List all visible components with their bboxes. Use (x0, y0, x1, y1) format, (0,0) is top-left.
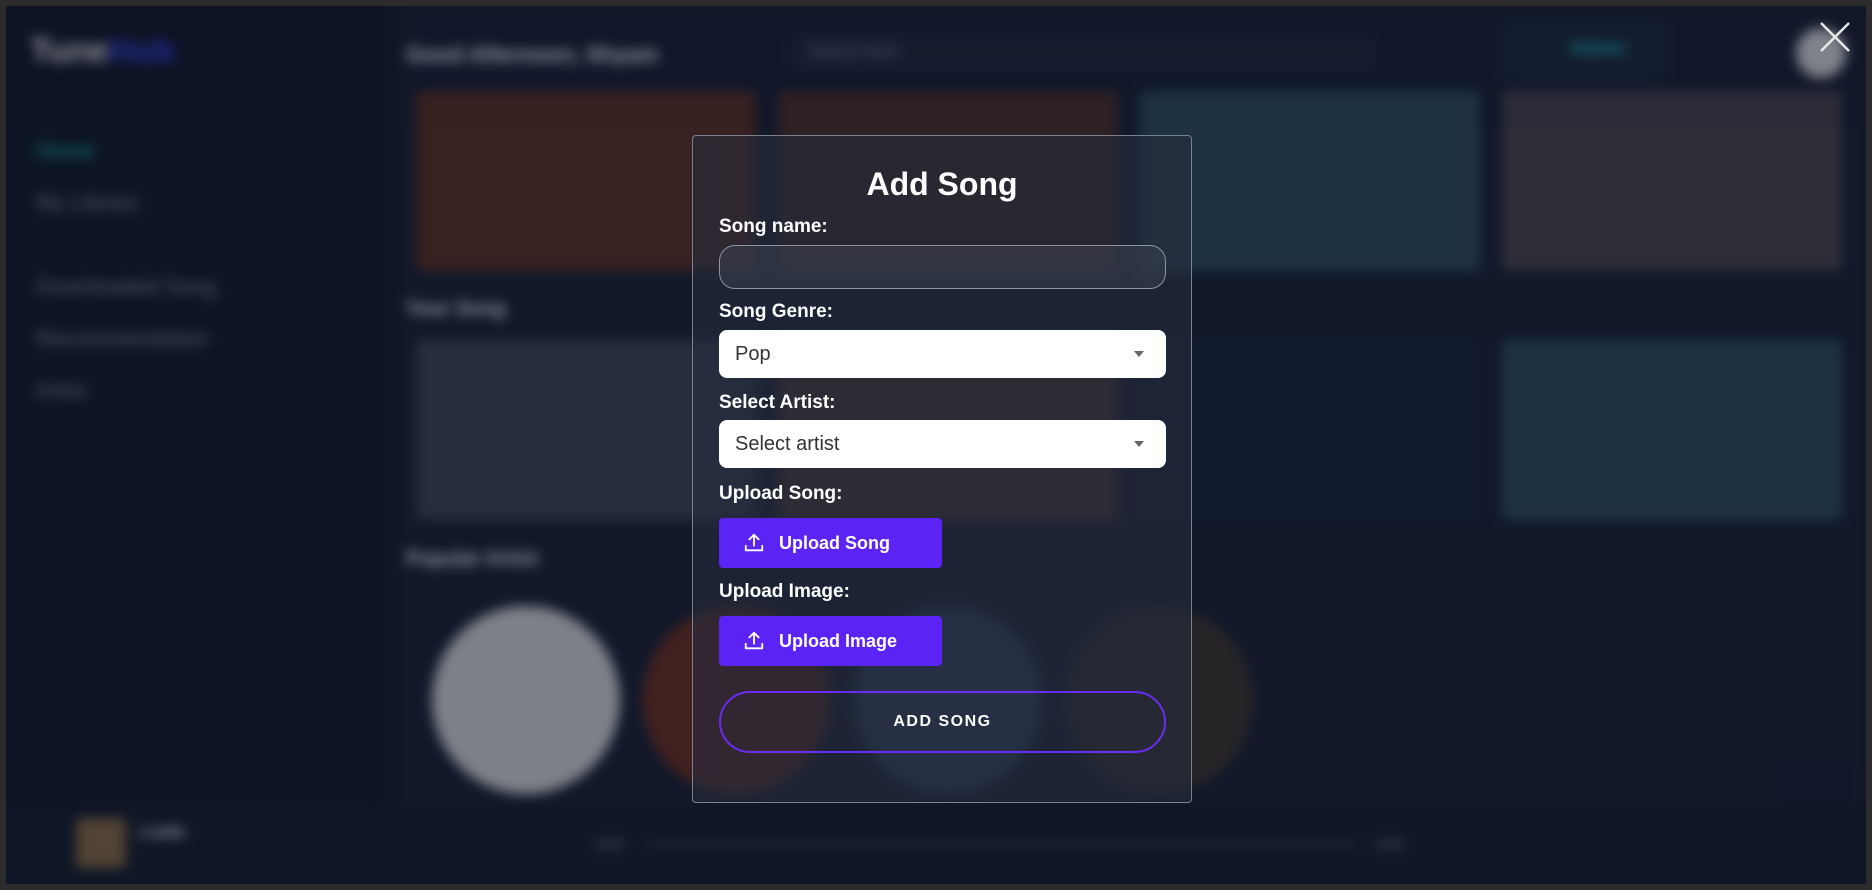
song-name-input[interactable] (719, 245, 1166, 289)
modal-title: Add Song (866, 166, 1018, 202)
logo: TuneHub (30, 32, 175, 70)
song-card[interactable] (1502, 340, 1842, 520)
track-title: Lvalie (140, 824, 186, 841)
upload-icon (744, 631, 764, 650)
upload-image-button[interactable]: Upload Image (719, 616, 942, 666)
close-icon[interactable] (1818, 20, 1852, 54)
upload-song-button-label: Upload Song (779, 532, 890, 553)
greeting: Good Afternoon, Shyam (406, 42, 659, 67)
nav-my-library[interactable]: My Library (36, 190, 139, 216)
sidebar: TuneHub Home My Library Downloaded Song … (6, 6, 380, 806)
song-card[interactable] (1502, 91, 1842, 271)
upload-image-button-label: Upload Image (779, 630, 898, 651)
select-artist-value: Select artist (735, 433, 840, 455)
nav-recommendation[interactable]: Recommendation (36, 326, 208, 352)
song-genre-select[interactable]: Pop (719, 330, 1166, 378)
artist-avatar[interactable] (432, 606, 620, 794)
nav-home[interactable]: Home (36, 138, 95, 164)
select-artist-label: Select Artist: (719, 392, 836, 413)
add-song-modal: Add Song Song name: Song Genre: Pop Sele… (692, 135, 1192, 803)
upload-icon (744, 533, 764, 552)
app-window: TuneHub Home My Library Downloaded Song … (6, 6, 1866, 884)
track-cover (76, 818, 126, 868)
song-name-label: Song name: (719, 216, 828, 237)
add-song-button[interactable]: ADD SONG (719, 691, 1166, 753)
song-genre-value: Pop (735, 343, 771, 365)
chevron-down-icon (1134, 351, 1144, 357)
song-genre-label: Song Genre: (719, 301, 834, 322)
search-input[interactable]: Search Here (788, 34, 1378, 72)
upload-image-label: Upload Image: (719, 581, 850, 602)
admin-button[interactable]: Admin (1498, 18, 1668, 82)
section-popular-artist: Popular Artist (406, 548, 538, 570)
select-artist-select[interactable]: Select artist (719, 420, 1166, 468)
section-your-song: Your Song (406, 298, 506, 320)
time-end: 0:00 (1376, 836, 1404, 852)
chevron-down-icon (1134, 441, 1144, 447)
progress-bar[interactable] (648, 842, 1354, 846)
nav-artist[interactable]: Artist (36, 378, 86, 404)
upload-song-label: Upload Song: (719, 483, 843, 504)
upload-song-button[interactable]: Upload Song (719, 518, 942, 568)
nav-downloaded-song[interactable]: Downloaded Song (36, 274, 216, 300)
time-start: 0:00 (596, 836, 624, 852)
